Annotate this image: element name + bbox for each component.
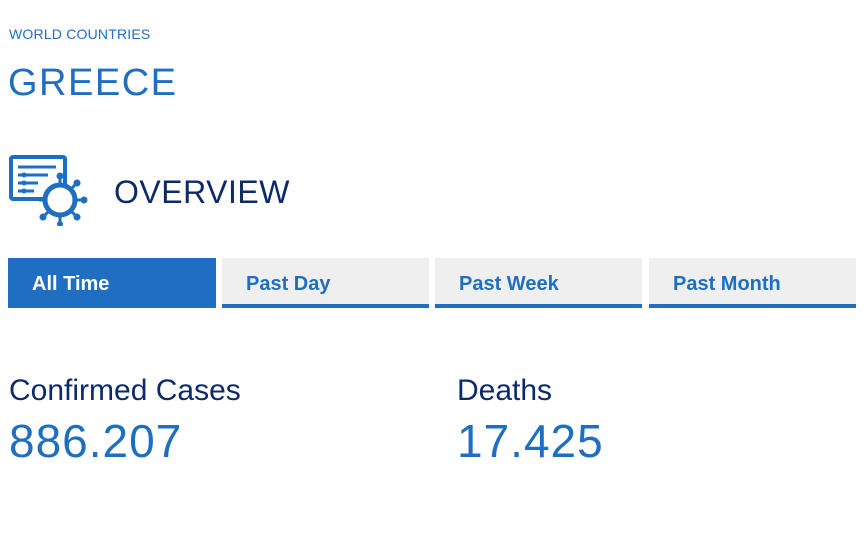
stat-label: Deaths bbox=[457, 374, 553, 407]
stat-label: Confirmed Cases bbox=[9, 374, 241, 407]
tab-past-week[interactable]: Past Week bbox=[435, 258, 642, 308]
time-range-tabs: All Time Past Day Past Week Past Month bbox=[8, 258, 856, 308]
stat-deaths: Deaths 17.425 bbox=[457, 374, 604, 468]
report-virus-icon bbox=[8, 154, 92, 227]
page-title: GREECE bbox=[8, 62, 178, 104]
stat-confirmed-cases: Confirmed Cases 886.207 bbox=[9, 374, 241, 468]
stat-value: 886.207 bbox=[9, 415, 183, 467]
stat-value: 17.425 bbox=[457, 415, 604, 467]
page: WORLD COUNTRIES GREECE OVERVIEW All Time… bbox=[0, 0, 868, 538]
section-title: OVERVIEW bbox=[114, 174, 290, 210]
breadcrumb[interactable]: WORLD COUNTRIES bbox=[9, 26, 150, 42]
tab-past-month[interactable]: Past Month bbox=[649, 258, 856, 308]
tab-past-day[interactable]: Past Day bbox=[222, 258, 429, 308]
tab-all-time[interactable]: All Time bbox=[8, 258, 216, 308]
